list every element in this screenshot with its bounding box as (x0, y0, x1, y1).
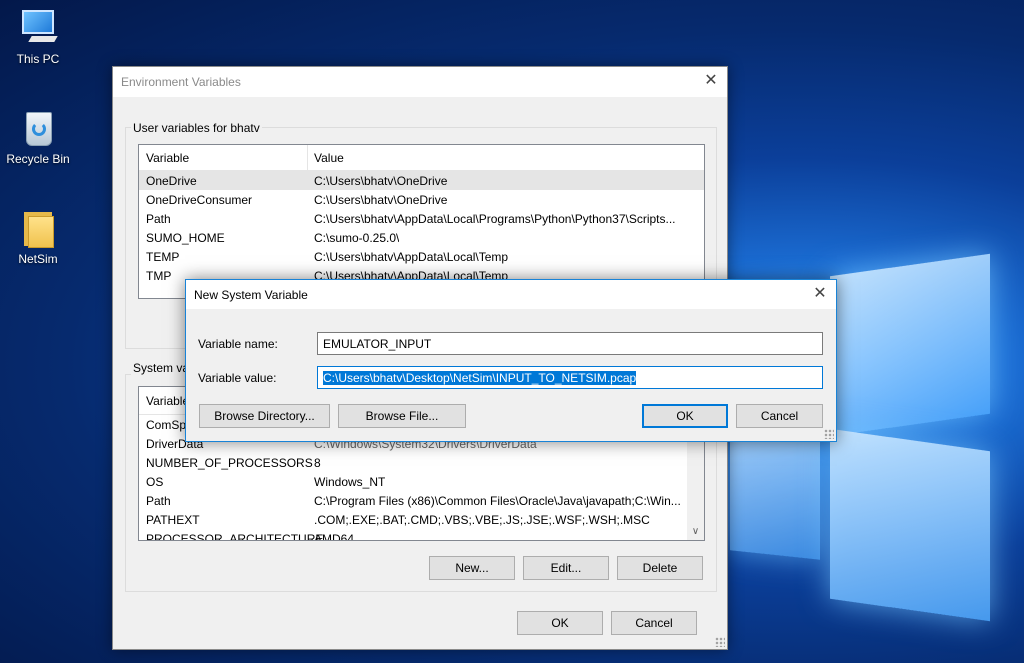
variable-value: .COM;.EXE;.BAT;.CMD;.VBS;.VBE;.JS;.JSE;.… (314, 513, 650, 527)
list-item[interactable]: Path C:\Program Files (x86)\Common Files\… (139, 491, 704, 510)
new-button[interactable]: New... (429, 556, 515, 580)
list-item[interactable]: OneDrive C:\Users\bhatv\OneDrive (139, 171, 704, 190)
folder-icon (18, 208, 58, 248)
list-item[interactable]: SUMO_HOME C:\sumo-0.25.0\ (139, 228, 704, 247)
resize-grip[interactable] (715, 637, 725, 647)
variable-name: TEMP (146, 250, 180, 264)
desktop-icon-label: This PC (16, 52, 60, 66)
variable-value: C:\sumo-0.25.0\ (314, 231, 400, 245)
variable-name-label: Variable name: (198, 337, 278, 351)
variable-name-field[interactable]: EMULATOR_INPUT (317, 332, 823, 355)
close-icon[interactable]: ✕ (812, 286, 828, 302)
list-header: Variable Value (139, 145, 704, 171)
list-item[interactable]: PATHEXT .COM;.EXE;.BAT;.CMD;.VBS;.VBE;.JS… (139, 510, 704, 529)
user-variables-list[interactable]: Variable Value OneDrive C:\Users\bhatv\On… (138, 144, 705, 299)
variable-name: PATHEXT (146, 513, 200, 527)
resize-grip[interactable] (824, 429, 834, 439)
ok-button[interactable]: OK (642, 404, 728, 428)
column-header-value[interactable]: Value (314, 151, 344, 165)
variable-value: AMD64 (314, 532, 355, 541)
variable-value: C:\Users\bhatv\OneDrive (314, 193, 448, 207)
list-item[interactable]: TEMP C:\Users\bhatv\AppData\Local\Temp (139, 247, 704, 266)
edit-button[interactable]: Edit... (523, 556, 609, 580)
list-item[interactable]: NUMBER_OF_PROCESSORS 8 (139, 453, 704, 472)
list-item[interactable]: PROCESSOR_ARCHITECTURE AMD64 (139, 529, 704, 541)
chevron-down-icon[interactable]: ∨ (687, 523, 704, 540)
variable-name: Path (146, 494, 171, 508)
dialog-title: New System Variable (194, 288, 308, 302)
user-variables-label: User variables for bhatv (131, 121, 262, 135)
browse-directory-button[interactable]: Browse Directory... (199, 404, 330, 428)
recycle-bin-icon (18, 108, 58, 148)
desktop-icon-label: Recycle Bin (6, 152, 70, 166)
selected-text: C:\Users\bhatv\Desktop\NetSim\INPUT_TO_N… (323, 371, 637, 385)
cancel-button[interactable]: Cancel (736, 404, 823, 428)
window-title: Environment Variables (121, 75, 241, 89)
variable-name: TMP (146, 269, 172, 283)
variable-name: SUMO_HOME (146, 231, 225, 245)
delete-button[interactable]: Delete (617, 556, 703, 580)
variable-value: Windows_NT (314, 475, 386, 489)
variable-name: Path (146, 212, 171, 226)
desktop-icon-netsim[interactable]: NetSim (0, 208, 76, 266)
variable-value: C:\Users\bhatv\OneDrive (314, 174, 448, 188)
new-system-variable-dialog: New System Variable ✕ Variable name: EMU… (185, 279, 837, 442)
env-titlebar[interactable]: Environment Variables ✕ (113, 67, 727, 97)
variable-name: PROCESSOR_ARCHITECTURE (146, 532, 324, 541)
variable-name: OneDriveConsumer (146, 193, 253, 207)
variable-name: OS (146, 475, 164, 489)
dialog-titlebar[interactable]: New System Variable ✕ (186, 280, 836, 309)
cancel-button[interactable]: Cancel (611, 611, 697, 635)
desktop-icon-this-pc[interactable]: This PC (0, 8, 76, 66)
variable-value: C:\Users\bhatv\AppData\Local\Temp (314, 250, 509, 264)
list-item[interactable]: OS Windows_NT (139, 472, 704, 491)
variable-value: C:\Users\bhatv\AppData\Local\Programs\Py… (314, 212, 676, 226)
desktop-icon-label: NetSim (18, 252, 58, 266)
list-item[interactable]: OneDriveConsumer C:\Users\bhatv\OneDrive (139, 190, 704, 209)
column-header-variable[interactable]: Variable (146, 151, 189, 165)
close-icon[interactable]: ✕ (703, 73, 719, 89)
browse-file-button[interactable]: Browse File... (338, 404, 466, 428)
variable-value-field[interactable]: C:\Users\bhatv\Desktop\NetSim\INPUT_TO_N… (317, 366, 823, 389)
list-item[interactable]: Path C:\Users\bhatv\AppData\Local\Program… (139, 209, 704, 228)
computer-icon (18, 8, 58, 48)
ok-button[interactable]: OK (517, 611, 603, 635)
variable-value: 8 (314, 456, 321, 470)
variable-value-label: Variable value: (198, 371, 277, 385)
variable-name: ComSp (146, 418, 187, 432)
desktop-icon-recycle-bin[interactable]: Recycle Bin (0, 108, 76, 166)
variable-value: C:\Program Files (x86)\Common Files\Orac… (314, 494, 681, 508)
column-header-variable[interactable]: Variable (146, 394, 189, 408)
variable-name: OneDrive (146, 174, 197, 188)
variable-name: NUMBER_OF_PROCESSORS (146, 456, 313, 470)
system-variables-label: System va (131, 361, 192, 375)
